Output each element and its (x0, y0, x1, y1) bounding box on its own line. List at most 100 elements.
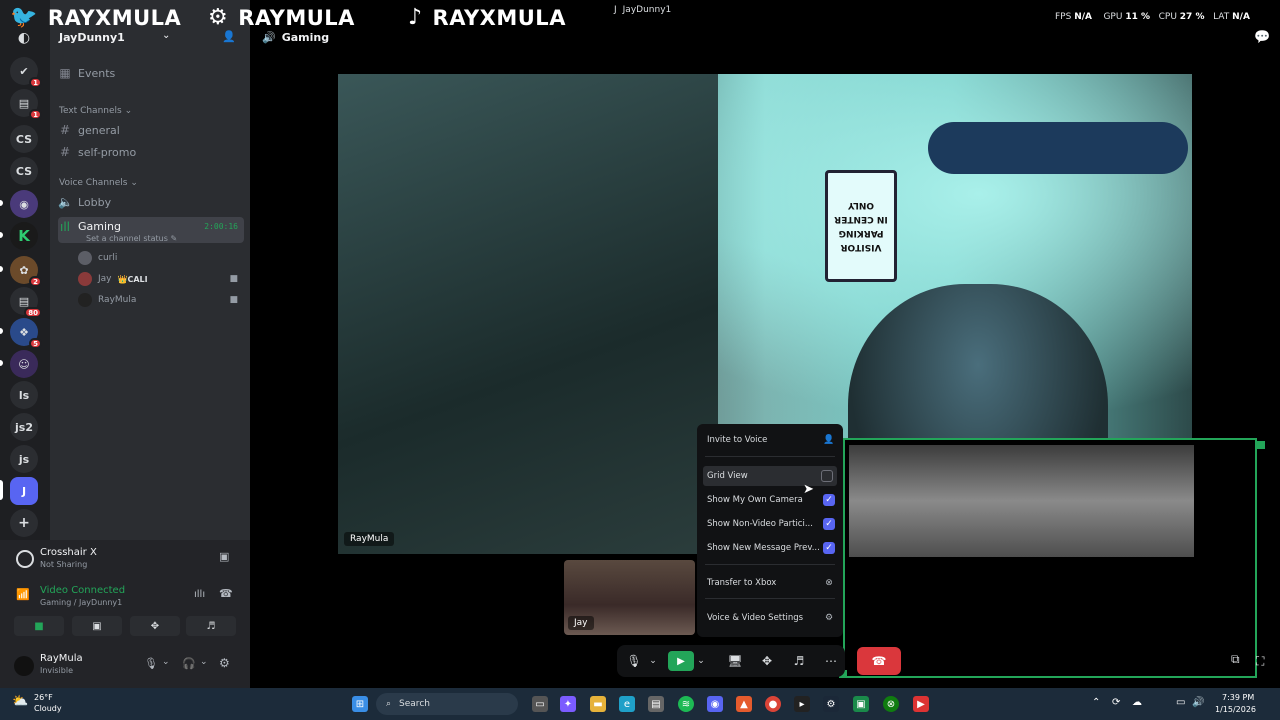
activities-button[interactable]: ✥ (130, 616, 180, 636)
menu-item-show-new-message-previews[interactable]: Show New Message Prev... ✓ (707, 538, 835, 558)
server-icon[interactable]: CS (10, 125, 38, 153)
store-icon[interactable]: ▤ (648, 696, 664, 712)
voice-member[interactable]: RayMula (78, 291, 136, 309)
parking-sign: VISITOR PARKING IN CENTER ONLY (825, 170, 897, 282)
voice-status-title[interactable]: Video Connected (40, 585, 125, 596)
category-text-channels[interactable]: Text Channels ⌄ (59, 106, 132, 116)
resize-handle[interactable] (1257, 441, 1265, 449)
check-icon[interactable]: ✓ (823, 494, 835, 506)
events-item[interactable]: ▦ Events (58, 63, 244, 83)
disconnect-icon[interactable]: ☎ (219, 587, 233, 600)
chrome-icon[interactable]: ● (765, 696, 781, 712)
chevron-down-icon[interactable]: ⌄ (646, 651, 660, 671)
video-button[interactable]: ■ (14, 616, 64, 636)
app-icon[interactable]: ▣ (853, 696, 869, 712)
server-icon[interactable]: js (10, 445, 38, 473)
grid-view-checkbox[interactable] (821, 470, 833, 482)
guild-name[interactable]: JayDunny1 (59, 31, 125, 44)
edge-icon[interactable]: e (619, 696, 635, 712)
menu-item-show-non-video-participants[interactable]: Show Non-Video Partici... ✓ (707, 514, 835, 534)
steam-icon[interactable]: ⚙ (823, 696, 839, 712)
chevron-down-icon[interactable]: ⌄ (162, 30, 170, 41)
add-server-icon[interactable]: + (10, 509, 38, 537)
channel-self-promo[interactable]: # self-promo (58, 142, 244, 162)
microphone-button[interactable]: 🎙 (625, 651, 643, 671)
server-icon[interactable]: ▤ 80 (10, 287, 42, 318)
noise-suppression-icon[interactable]: ıllı (194, 589, 205, 600)
menu-item-transfer-to-xbox[interactable]: Transfer to Xbox ⊗ (707, 573, 835, 593)
clock-date[interactable]: 1/15/2026 (1215, 705, 1256, 714)
menu-item-show-my-own-camera[interactable]: Show My Own Camera ✓ (707, 490, 835, 510)
server-icon[interactable]: ▤ 1 (10, 89, 42, 120)
server-icon[interactable]: ❖ 5 (10, 318, 42, 349)
add-user-icon[interactable]: 👤 (222, 30, 236, 43)
weather-temp[interactable]: 26°F (34, 693, 53, 702)
server-icon[interactable]: ls (10, 381, 38, 409)
search-input[interactable]: ⌕ Search (376, 693, 518, 715)
server-icon[interactable]: CS (10, 157, 38, 185)
self-camera-view[interactable]: ⧉ (843, 438, 1257, 678)
chevron-up-icon[interactable]: ⌃ (1092, 697, 1100, 708)
voice-channel-gaming[interactable]: ıll Gaming 2:00:16 Set a channel status ✎ (58, 217, 244, 243)
file-explorer-icon[interactable]: ▬ (590, 696, 606, 712)
brave-icon[interactable]: ▲ (736, 696, 752, 712)
soundboard-button[interactable]: ♬ (186, 616, 236, 636)
hangup-button[interactable]: ☎ (857, 647, 901, 675)
chevron-down-icon[interactable]: ⌄ (162, 657, 170, 667)
spotify-icon[interactable]: ≋ (678, 696, 694, 712)
server-icon[interactable]: js2 (10, 413, 38, 441)
avatar[interactable] (14, 656, 34, 676)
task-view-icon[interactable]: ▭ (532, 696, 548, 712)
overlay-brand-steam: ⚙ RAYMULA (208, 5, 355, 30)
menu-item-invite-to-voice[interactable]: Invite to Voice 👤 (707, 430, 835, 450)
discord-icon[interactable]: ◉ (707, 696, 723, 712)
chevron-down-icon[interactable]: ⌄ (694, 651, 708, 671)
camera-button[interactable]: ▶ (668, 651, 694, 671)
unread-indicator (0, 200, 3, 206)
menu-item-grid-view[interactable]: Grid View (703, 466, 837, 486)
username[interactable]: RayMula (40, 653, 83, 664)
gear-icon[interactable]: ⚙ (219, 656, 230, 670)
volume-icon[interactable]: 🔊 (1192, 697, 1204, 708)
voice-member[interactable]: Jay 👑CALI (78, 270, 148, 288)
microphone-icon[interactable]: 🎙 (144, 657, 158, 670)
sync-icon[interactable]: ⟳ (1112, 697, 1120, 708)
soundboard-button[interactable]: ♬ (790, 651, 808, 671)
screen-share-icon[interactable]: ▣ (219, 550, 229, 563)
voice-channel-lobby[interactable]: 🔈 Lobby (58, 192, 244, 212)
windows-start-icon[interactable]: ⊞ (352, 696, 368, 712)
server-icon[interactable]: J (10, 477, 38, 505)
clock-time[interactable]: 7:39 PM (1222, 693, 1254, 702)
participant-tile-jay[interactable]: Jay (564, 560, 695, 635)
menu-item-voice-video-settings[interactable]: Voice & Video Settings ⚙ (707, 608, 835, 628)
terminal-icon[interactable]: ▸ (794, 696, 810, 712)
share-screen-button[interactable]: 🖥 (726, 651, 744, 671)
xbox-icon[interactable]: ⊗ (883, 696, 899, 712)
channel-general[interactable]: # general (58, 120, 244, 140)
network-icon[interactable]: ▭ (1176, 697, 1185, 708)
activities-button[interactable]: ✥ (758, 651, 776, 671)
chevron-down-icon[interactable]: ⌄ (200, 657, 208, 667)
screen-share-button[interactable]: ▣ (72, 616, 122, 636)
cloud-icon[interactable]: ☁ (1132, 697, 1142, 708)
check-icon[interactable]: ✓ (823, 518, 835, 530)
headphones-icon[interactable]: 🎧 (182, 657, 196, 670)
fullscreen-icon[interactable]: ⛶ (1256, 654, 1264, 669)
recorder-icon[interactable]: ▶ (913, 696, 929, 712)
weather-icon[interactable]: ⛅ (12, 694, 28, 709)
copilot-icon[interactable]: ✦ (560, 696, 576, 712)
server-icon[interactable]: ◉ (10, 190, 38, 218)
more-options-button[interactable]: ⋯ (822, 651, 840, 671)
popout-icon[interactable]: ⧉ (1231, 652, 1240, 667)
server-icon[interactable]: ✿ 2 (10, 256, 42, 287)
weather-desc[interactable]: Cloudy (34, 704, 62, 713)
server-icon[interactable]: ☺ (10, 350, 38, 378)
server-icon[interactable]: K (10, 222, 38, 250)
channel-status-input[interactable]: Set a channel status ✎ (86, 234, 177, 243)
server-icon[interactable]: ✔ 1 (10, 57, 42, 88)
voice-member[interactable]: curli (78, 249, 117, 267)
category-voice-channels[interactable]: Voice Channels ⌄ (59, 178, 138, 188)
check-icon[interactable]: ✓ (823, 542, 835, 554)
chat-icon[interactable]: 💬 (1254, 30, 1270, 45)
voice-status-subtitle[interactable]: Gaming / JayDunny1 (40, 598, 122, 607)
